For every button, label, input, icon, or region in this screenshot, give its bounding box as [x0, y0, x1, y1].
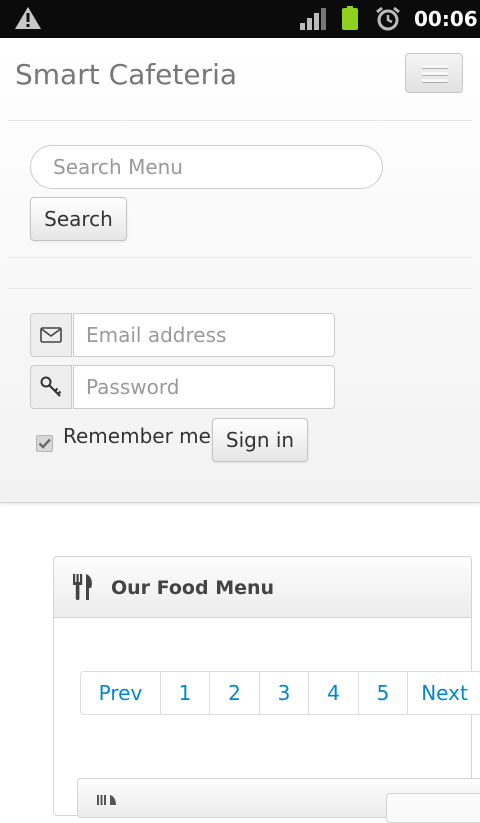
- pagination-next[interactable]: Next: [408, 672, 480, 714]
- pagination-prev[interactable]: Prev: [81, 672, 161, 714]
- remember-label[interactable]: Remember me: [63, 424, 211, 448]
- panel-title: Our Food Menu: [111, 577, 275, 599]
- search-button[interactable]: Search: [30, 197, 127, 241]
- panel-header: Our Food Menu: [54, 557, 471, 618]
- key-icon: [40, 376, 62, 397]
- pagination-page-5[interactable]: 5: [359, 672, 408, 714]
- signal-icon: [300, 8, 326, 30]
- alarm-clock-icon: [376, 6, 400, 31]
- pagination: Prev 1 2 3 4 5 Next: [80, 671, 480, 715]
- email-addon: [30, 313, 72, 357]
- battery-icon: [342, 6, 358, 30]
- brand-title[interactable]: Smart Cafeteria: [15, 58, 237, 91]
- divider: [8, 120, 472, 121]
- next-panel-button[interactable]: [386, 793, 480, 823]
- sign-in-button[interactable]: Sign in: [212, 418, 308, 462]
- pagination-page-3[interactable]: 3: [260, 672, 309, 714]
- status-bar: 00:06: [0, 0, 480, 38]
- pagination-page-2[interactable]: 2: [210, 672, 260, 714]
- search-input[interactable]: Search Menu: [30, 145, 383, 189]
- pagination-page-4[interactable]: 4: [309, 672, 359, 714]
- password-addon: [30, 365, 72, 409]
- menu-toggle-button[interactable]: [405, 53, 463, 93]
- navbar: Smart Cafeteria Search Menu Search Email…: [0, 38, 480, 503]
- divider: [8, 257, 472, 258]
- cutlery-icon: [97, 795, 116, 805]
- password-field[interactable]: Password: [73, 365, 335, 409]
- email-field[interactable]: Email address: [73, 313, 335, 357]
- warning-icon: [15, 7, 41, 29]
- envelope-icon: [40, 327, 62, 343]
- status-time: 00:06: [414, 7, 478, 31]
- divider: [8, 288, 472, 289]
- pagination-page-1[interactable]: 1: [161, 672, 210, 714]
- next-panel: [77, 778, 480, 823]
- checkmark-icon: [38, 438, 51, 449]
- cutlery-icon: [73, 574, 92, 600]
- remember-checkbox[interactable]: [36, 435, 53, 452]
